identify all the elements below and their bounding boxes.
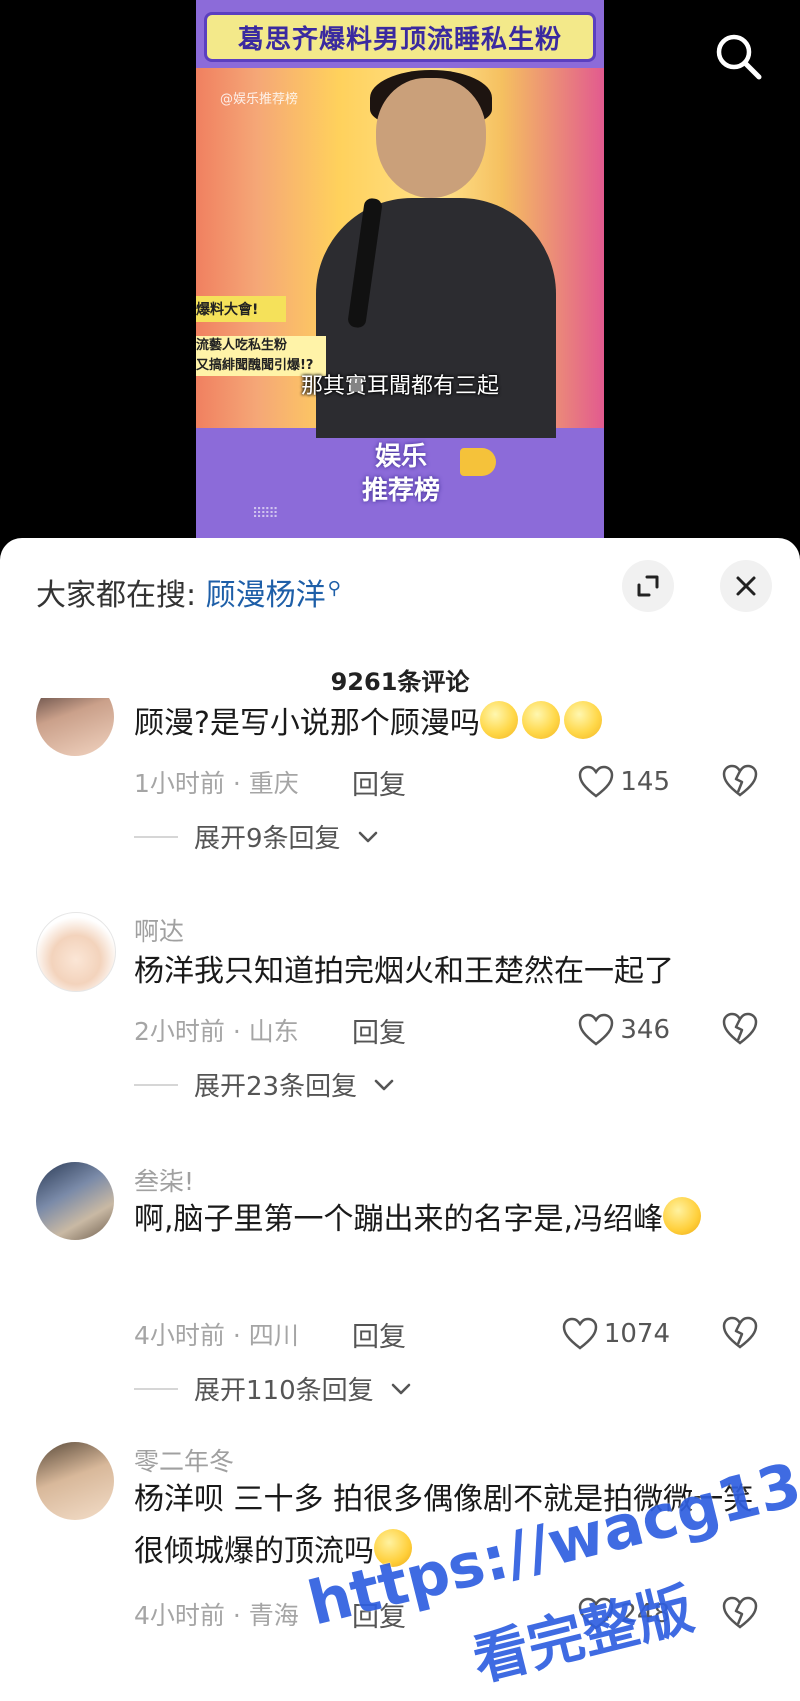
chevron-down-icon [374,1079,394,1090]
comment-text: 顾漫?是写小说那个顾漫吗 [134,698,754,750]
video-scene: @娱乐推荐榜 爆料大會! 流藝人吃私生粉 又搞緋聞醜聞引爆!? 那其實耳聞都有三… [196,68,604,438]
comment-meta: 4小时前 · 四川 [134,1321,299,1350]
video-banner-title: 葛思齐爆料男顶流睡私生粉 [237,24,562,55]
comment-text-body: 杨洋呗 三十多 拍很多偶像剧不就是拍微微一笑很倾城爆的顶流吗 [134,1482,754,1569]
broken-heart-icon [722,1012,758,1045]
comment-text-body: 顾漫?是写小说那个顾漫吗 [134,706,480,741]
expand-replies-label: 展开9条回复 [194,824,341,854]
comment-time: 2小时前 [134,1017,225,1046]
video-frame[interactable]: 葛思齐爆料男顶流睡私生粉 @娱乐推荐榜 爆料大會! 流藝人吃私生粉 又搞緋聞醜聞… [196,0,604,540]
comment-time: 4小时前 [134,1601,225,1630]
expand-replies[interactable]: 展开9条回复 [134,818,379,855]
comment-meta: 2小时前 · 山东 [134,1017,299,1046]
trending-search-keyword[interactable]: 顾漫杨洋 [206,578,326,613]
comment-text-body: 啊,脑子里第一个蹦出来的名字是,冯绍峰 [134,1202,664,1237]
expand-button[interactable] [622,560,674,612]
like-button[interactable]: 346 [578,1010,670,1050]
person-head [376,78,486,198]
avatar[interactable] [36,1162,114,1240]
broken-heart-icon [722,1316,758,1349]
comment-text: 杨洋我只知道拍完烟火和王楚然在一起了 [134,954,674,989]
trending-search-prefix: 大家都在搜: [36,578,197,613]
comment-location: 四川 [248,1321,299,1350]
comment-username[interactable]: 零二年冬 [134,1442,234,1478]
video-banner: 葛思齐爆料男顶流睡私生粉 [204,12,596,62]
video-subtitle: 那其實耳聞都有三起 [300,374,499,399]
like-button[interactable]: 248 [578,1594,670,1634]
comment-sheet: 大家都在搜: 顾漫杨洋 ⚲ 9261条评论 顾漫?是写小说那个顾漫吗 1小时前 ·… [0,538,800,1701]
search-button[interactable] [712,30,764,82]
comment-time: 4小时前 [134,1321,225,1350]
like-button[interactable]: 145 [578,762,670,802]
megaphone-icon [460,448,496,476]
laugh-cry-emoji-icon [663,1197,702,1235]
avatar[interactable] [36,698,114,756]
reply-button[interactable]: 回复 [352,1315,406,1354]
broken-heart-icon [722,1596,758,1629]
like-button[interactable]: 1074 [562,1314,670,1354]
divider-line [134,1387,178,1390]
heart-icon [579,765,614,798]
heart-icon [579,1013,614,1046]
comment-list[interactable]: 顾漫?是写小说那个顾漫吗 1小时前 · 重庆 回复 145 展开9条回复 啊达 … [0,698,800,1701]
comment-text: 杨洋呗 三十多 拍很多偶像剧不就是拍微微一笑很倾城爆的顶流吗 [134,1474,754,1578]
video-player[interactable]: 葛思齐爆料男顶流睡私生粉 @娱乐推荐榜 爆料大會! 流藝人吃私生粉 又搞緋聞醜聞… [0,0,800,540]
video-tag-line: 流藝人吃私生粉 [196,338,288,353]
avatar[interactable] [36,912,116,992]
divider-line [134,835,178,838]
search-icon [716,34,762,80]
dislike-button[interactable] [722,1316,758,1352]
grip-icon: ⠿⠿⠿ [252,506,279,522]
like-count: 248 [620,1599,670,1629]
dizzy-smile-emoji-icon [521,701,560,739]
reply-button[interactable]: 回复 [352,1011,406,1050]
expand-replies[interactable]: 展开23条回复 [134,1066,395,1103]
trending-search[interactable]: 大家都在搜: 顾漫杨洋 ⚲ [36,570,341,614]
chevron-down-icon [358,831,377,842]
like-count: 346 [620,1015,670,1045]
expand-icon [637,575,659,597]
video-logo-line: 推荐榜 [361,476,440,506]
heart-icon [562,1317,598,1350]
expand-replies-label: 展开110条回复 [194,1376,374,1406]
video-watermark: @娱乐推荐榜 [220,92,299,107]
reply-button[interactable]: 回复 [352,1595,406,1634]
dislike-button[interactable] [722,1012,758,1048]
avatar[interactable] [36,1442,114,1520]
comment-meta: 4小时前 · 青海 [134,1601,299,1630]
expand-replies[interactable]: 展开110条回复 [134,1370,412,1407]
laugh-cry-emoji-icon [374,1529,412,1567]
comment-meta: 1小时前 · 重庆 [134,769,299,798]
comment-time: 1小时前 [134,769,225,798]
close-icon [736,576,756,596]
comment-username[interactable]: 叁柒! [134,1162,194,1198]
reply-button[interactable]: 回复 [352,763,406,802]
dizzy-smile-emoji-icon [563,701,602,739]
heart-icon [579,1597,614,1630]
video-tag-top: 爆料大會! [196,296,286,322]
broken-heart-icon [722,764,758,797]
comment-location: 山东 [248,1017,299,1046]
like-count: 145 [620,767,670,797]
comment-location: 重庆 [248,769,299,798]
like-count: 1074 [603,1319,670,1349]
comment-text: 啊,脑子里第一个蹦出来的名字是,冯绍峰 [134,1194,754,1246]
close-button[interactable] [720,560,772,612]
comment-location: 青海 [248,1601,299,1630]
expand-replies-label: 展开23条回复 [194,1072,358,1102]
dizzy-smile-emoji-icon [479,701,518,739]
divider-line [134,1083,178,1086]
comment-count: 9261条评论 [330,668,470,696]
chevron-down-icon [391,1383,410,1394]
dislike-button[interactable] [722,1596,758,1632]
comment-username[interactable]: 啊达 [134,912,184,948]
dislike-button[interactable] [722,764,758,800]
search-small-icon: ⚲ [327,578,341,599]
